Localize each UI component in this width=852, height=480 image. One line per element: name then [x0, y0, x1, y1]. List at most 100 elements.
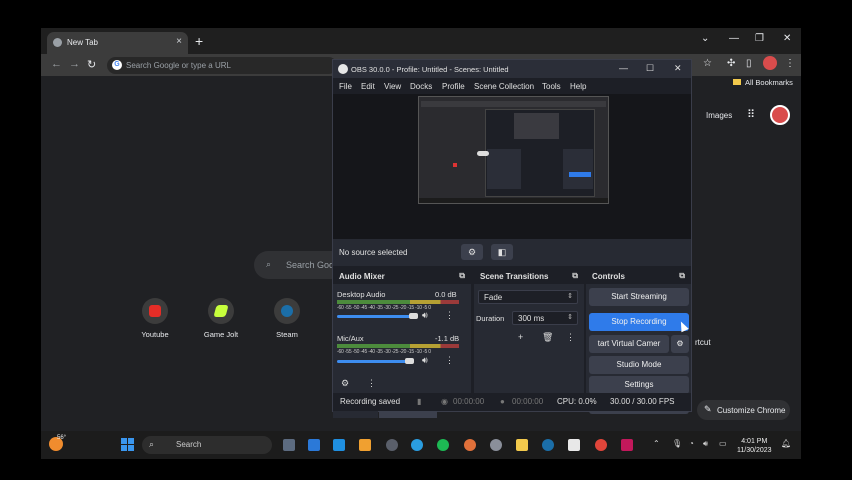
menu-tools[interactable]: Tools	[542, 82, 561, 91]
google-apps-icon[interactable]: ⠿	[747, 110, 757, 121]
source-properties-gear-icon[interactable]: ⚙	[461, 244, 483, 260]
bookmark-star-icon[interactable]: ☆	[703, 58, 712, 69]
store-icon[interactable]	[568, 439, 580, 451]
source-filters-icon[interactable]: ◧	[491, 244, 513, 260]
studio-mode-button[interactable]: Studio Mode	[589, 356, 689, 374]
customize-chrome-button[interactable]: ✎ Customize Chrome	[697, 400, 790, 420]
chrome-taskbar-icon[interactable]	[595, 439, 607, 451]
shortcut-steam[interactable]: Steam	[262, 298, 312, 339]
menu-docks[interactable]: Docks	[410, 82, 432, 91]
fps-readout: 30.00 / 30.00 FPS	[610, 397, 675, 406]
settings-app-icon[interactable]	[490, 439, 502, 451]
virtual-camera-button[interactable]: tart Virtual Camer	[589, 335, 669, 353]
menu-profile[interactable]: Profile	[442, 82, 465, 91]
desktop-audio-fader-knob[interactable]	[409, 313, 418, 319]
taskbar-clock[interactable]: 4:01 PM 11/30/2023	[737, 437, 772, 455]
volume-icon[interactable]: 🔊︎	[703, 439, 708, 449]
shortcut-game-jolt[interactable]: Game Jolt	[196, 298, 246, 339]
calculator-icon[interactable]	[308, 439, 320, 451]
game-app-icon[interactable]	[621, 439, 633, 451]
duration-value: 300 ms	[518, 314, 545, 323]
all-bookmarks[interactable]: All Bookmarks	[733, 78, 793, 87]
edge-icon[interactable]	[411, 439, 423, 451]
virtual-camera-settings-gear-icon[interactable]: ⚙	[671, 335, 689, 353]
menu-view[interactable]: View	[384, 82, 401, 91]
obs-menubar: File Edit View Docks Profile Scene Colle…	[333, 78, 691, 94]
tab-new-tab[interactable]: New Tab ×	[47, 32, 188, 54]
delete-transition-icon[interactable]: 🗑︎	[542, 332, 553, 343]
spotify-icon[interactable]	[437, 439, 449, 451]
side-panel-icon[interactable]: ▯	[746, 58, 752, 69]
mic-aux-fader-knob[interactable]	[405, 358, 414, 364]
windows-taskbar: 56° ⌕ Search ⌃ 🎙︎ ◔ 🔊︎ ▭ 4:01 PM 11/30/2…	[41, 431, 801, 459]
taskbar-search[interactable]: ⌕ Search	[142, 436, 272, 454]
tab-search-chevron-icon[interactable]: ⌄	[701, 33, 709, 44]
menu-edit[interactable]: Edit	[361, 82, 375, 91]
chrome-menu-icon[interactable]: ⋮	[785, 58, 795, 69]
google-search-box[interactable]: ⌕ Search Goo	[254, 251, 344, 279]
shortcut-youtube[interactable]: Youtube	[130, 298, 180, 339]
obs-minimize-icon[interactable]: —	[619, 63, 628, 73]
sticky-notes-icon[interactable]	[359, 439, 371, 451]
account-avatar[interactable]	[770, 105, 790, 125]
steam-taskbar-icon[interactable]	[542, 439, 554, 451]
speaker-icon[interactable]: 🔊︎	[422, 355, 428, 366]
menu-scene-collection[interactable]: Scene Collection	[474, 82, 534, 91]
obs-preview[interactable]	[333, 94, 691, 239]
extensions-icon[interactable]: ✣	[727, 58, 735, 69]
desktop-audio-menu-icon[interactable]: ⋮	[445, 310, 454, 321]
tab-close-icon[interactable]: ×	[176, 36, 182, 47]
transition-select[interactable]: Fade ⇕	[478, 290, 578, 304]
speaker-icon[interactable]: 🔊︎	[422, 310, 428, 321]
microphone-icon[interactable]: 🎙︎	[672, 439, 682, 448]
clock-date: 11/30/2023	[737, 447, 772, 454]
add-transition-icon[interactable]: +	[518, 332, 523, 342]
clock-time: 4:01 PM	[741, 438, 768, 445]
reload-icon[interactable]: ↻	[87, 58, 96, 71]
mic-aux-fader[interactable]	[337, 360, 413, 363]
scene-transitions-header: Scene Transitions ⧉	[474, 268, 584, 284]
desktop-audio-fader[interactable]	[337, 315, 417, 318]
transition-menu-icon[interactable]: ⋮	[566, 332, 575, 343]
undock-icon[interactable]: ⧉	[459, 271, 465, 281]
file-explorer-icon[interactable]	[516, 439, 528, 451]
scene-transitions-title: Scene Transitions	[480, 272, 549, 281]
wifi-icon[interactable]: ◔	[689, 439, 694, 448]
images-link[interactable]: Images	[706, 111, 732, 120]
stepper-icon[interactable]: ⇕	[567, 313, 573, 321]
stop-recording-button[interactable]: Stop Recording	[589, 313, 689, 331]
settings-button[interactable]: Settings	[589, 376, 689, 394]
undock-icon[interactable]: ⧉	[679, 271, 685, 281]
profile-avatar-icon[interactable]	[763, 56, 777, 70]
duration-field[interactable]: 300 ms ⇕	[512, 311, 578, 325]
menu-help[interactable]: Help	[570, 82, 586, 91]
forward-icon[interactable]: →	[69, 58, 80, 70]
notepad-icon[interactable]	[333, 439, 345, 451]
restore-icon[interactable]: ❐	[755, 33, 764, 44]
windows-start-icon[interactable]	[121, 438, 135, 452]
mic-aux-level: -1.1 dB	[435, 334, 460, 343]
transition-value: Fade	[484, 293, 503, 302]
obs-taskbar-icon[interactable]	[386, 439, 398, 451]
task-view-icon[interactable]	[283, 439, 295, 451]
omnibox[interactable]: G Search Google or type a URL	[107, 57, 337, 74]
close-window-icon[interactable]: ✕	[783, 33, 791, 44]
tray-chevron-icon[interactable]: ⌃	[653, 439, 660, 448]
menu-file[interactable]: File	[339, 82, 352, 91]
add-shortcut-label[interactable]: rtcut	[695, 338, 711, 347]
advanced-audio-gear-icon[interactable]: ⚙	[341, 378, 349, 389]
blender-icon[interactable]	[464, 439, 476, 451]
new-tab-button[interactable]: +	[195, 33, 203, 49]
start-streaming-button[interactable]: Start Streaming	[589, 288, 689, 306]
desktop-audio-level: 0.0 dB	[435, 290, 457, 299]
scene-transitions-dock: Scene Transitions ⧉ Fade ⇕ Duration 300 …	[474, 268, 584, 411]
battery-icon[interactable]: ▭	[719, 439, 727, 448]
audio-mixer-menu-icon[interactable]: ⋮	[367, 378, 376, 389]
back-icon[interactable]: ←	[51, 58, 62, 70]
obs-maximize-icon[interactable]: ☐	[646, 63, 654, 74]
notification-bell-icon[interactable]: 🔔︎	[781, 439, 791, 448]
obs-close-icon[interactable]: ✕	[674, 63, 682, 74]
undock-icon[interactable]: ⧉	[572, 271, 578, 281]
mic-aux-menu-icon[interactable]: ⋮	[445, 355, 454, 366]
minimize-icon[interactable]: —	[729, 33, 739, 44]
